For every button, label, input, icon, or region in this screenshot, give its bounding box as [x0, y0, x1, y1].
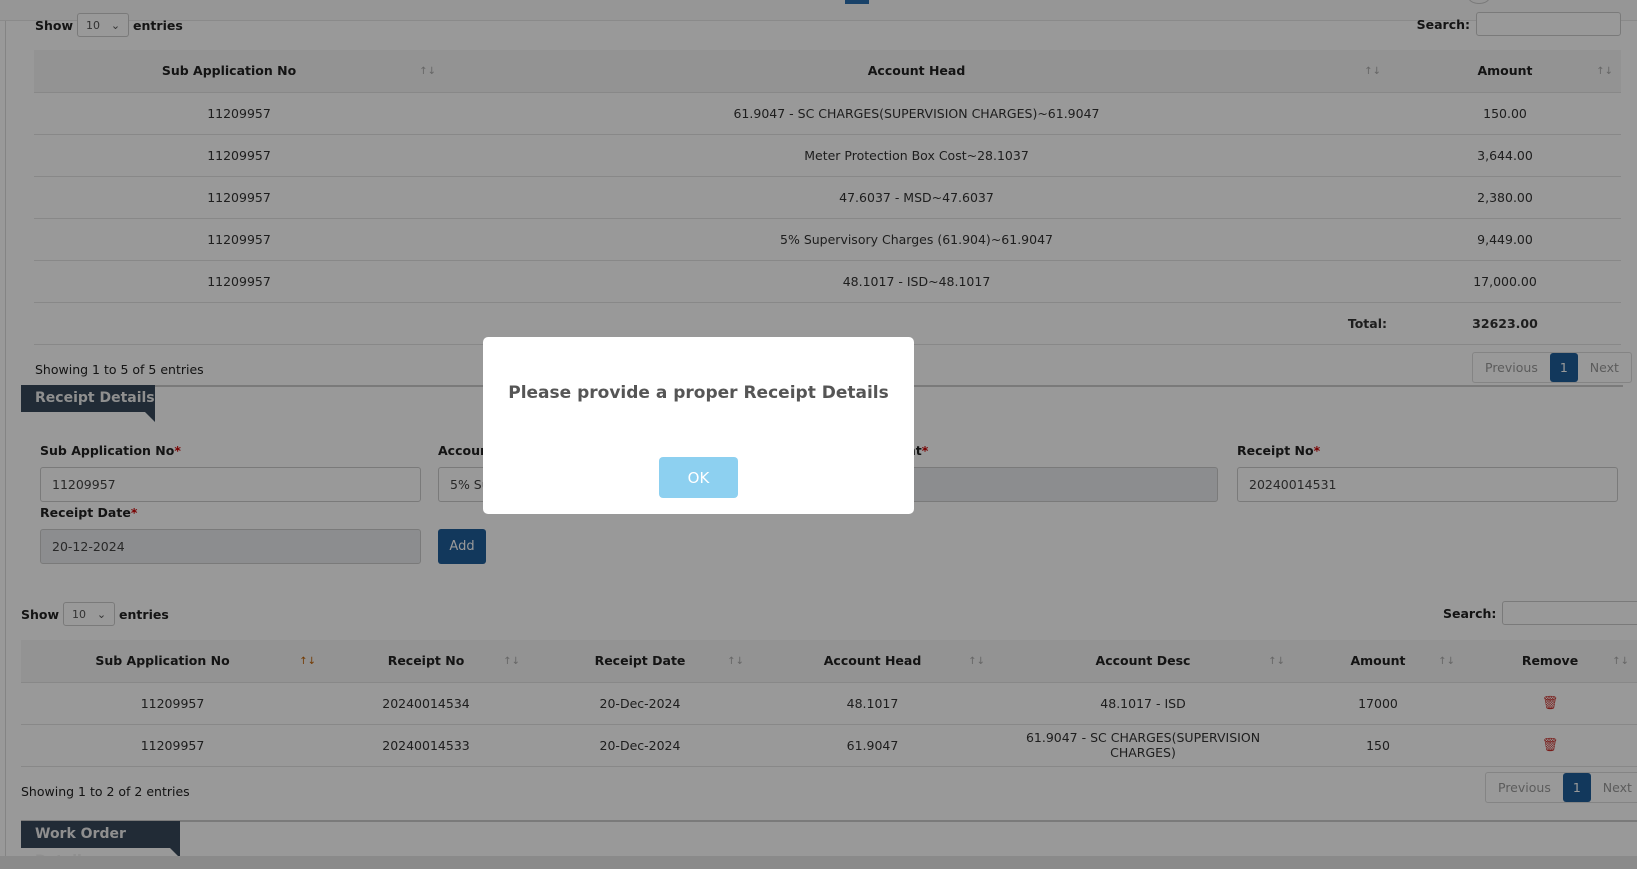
alert-message: Please provide a proper Receipt Details	[508, 383, 889, 403]
alert-dialog: Please provide a proper Receipt Details …	[483, 337, 914, 514]
ok-button[interactable]: OK	[659, 457, 738, 498]
